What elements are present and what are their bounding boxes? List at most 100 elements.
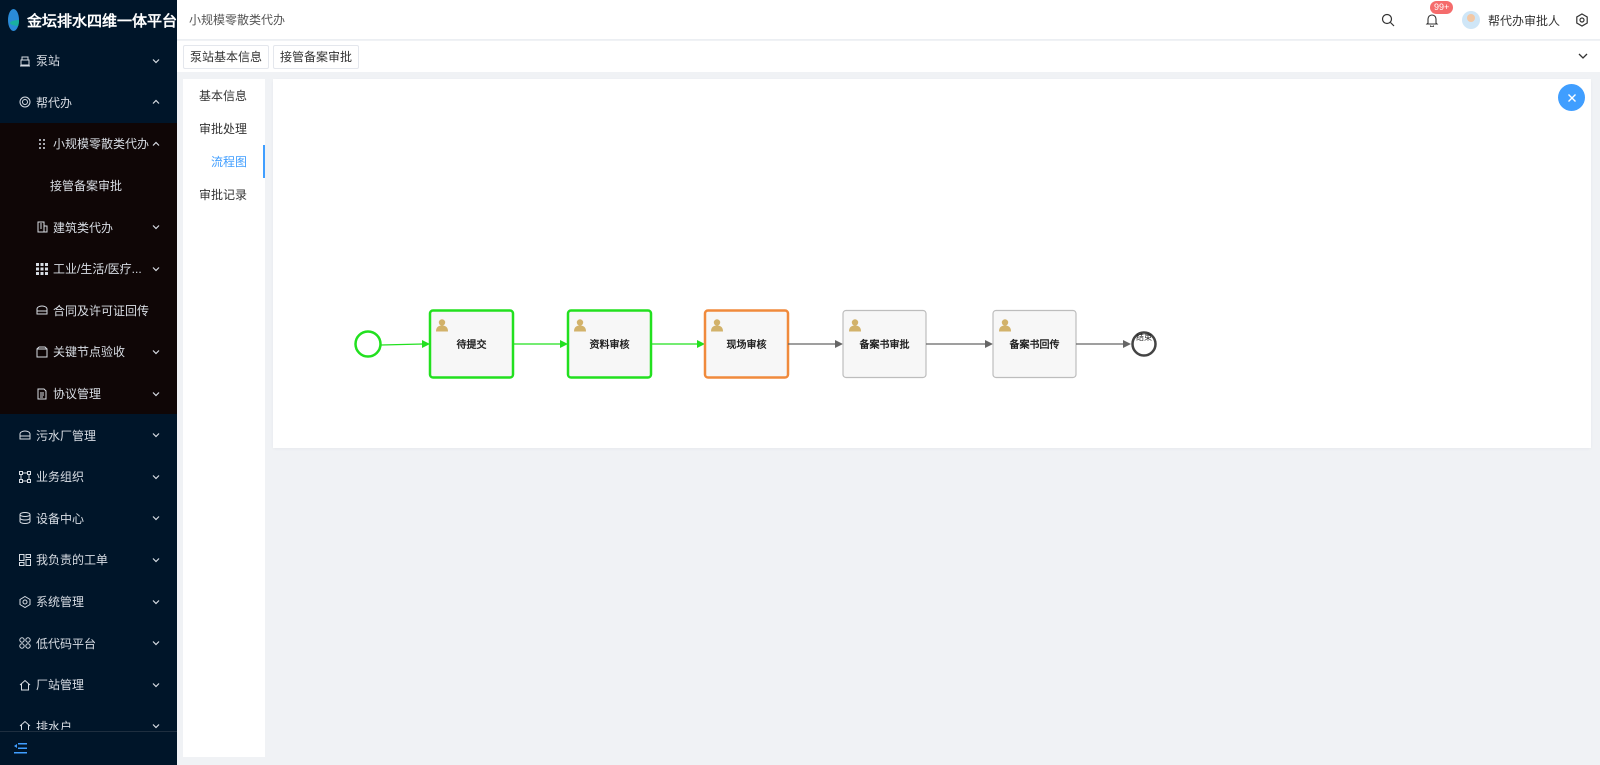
- gear-icon[interactable]: [1574, 12, 1590, 28]
- chevron-down-icon: [152, 58, 160, 64]
- flow-node-label: 备案书审批: [859, 338, 910, 351]
- chevron-down-icon: [152, 433, 160, 438]
- flow-node-label: 备案书回传: [1009, 338, 1060, 351]
- sidebar-item-label: 泵站: [36, 54, 61, 69]
- grip-icon: [35, 137, 48, 150]
- flow-arrow-start: [380, 343, 424, 346]
- sidebar-item-device-center[interactable]: 设备中心: [0, 498, 177, 540]
- nav-approval-records[interactable]: 审批记录: [183, 178, 265, 211]
- nav-flowchart[interactable]: 流程图: [183, 145, 265, 178]
- chevron-down-icon: [152, 557, 160, 563]
- sidebar-collapse-button[interactable]: [0, 731, 177, 765]
- sidebar-item-label: 接管备案审批: [50, 179, 123, 194]
- sidebar: 金坛排水四维一体平台 泵站 帮代办 小规模零散类代办 接管备案审批 建筑类代办: [0, 0, 177, 765]
- end-event-label: 结束: [1136, 332, 1152, 342]
- bell-icon: [1425, 14, 1439, 27]
- tabs-bar: 泵站基本信息 接管备案审批: [177, 41, 1600, 72]
- chevron-down-icon: [152, 641, 160, 646]
- sidebar-item-label: 排水户: [36, 719, 73, 730]
- box-icon: [35, 345, 48, 358]
- pump-icon: [18, 54, 31, 67]
- sidebar-item-drainage-household[interactable]: 排水户: [0, 706, 177, 730]
- chevron-up-icon: [152, 100, 160, 105]
- database-icon: [35, 304, 48, 317]
- chevron-down-icon: [152, 599, 160, 604]
- close-button[interactable]: [1558, 84, 1585, 111]
- app-title: 金坛排水四维一体平台: [26, 12, 177, 30]
- home-icon: [18, 678, 31, 691]
- flow-arrow-4-head: [985, 340, 993, 348]
- sidebar-item-label: 小规模零散类代办: [53, 137, 150, 152]
- building-icon: [35, 221, 48, 234]
- user-task-icon: [713, 319, 721, 326]
- logo: 金坛排水四维一体平台: [0, 0, 177, 40]
- flowchart-diagram: 待提交 资料审核 现场审核 备案书审批 备案书回传 结束: [354, 309, 1157, 379]
- sidebar-item-industrial[interactable]: 工业/生活/医疗...: [0, 248, 177, 290]
- close-icon: [1567, 93, 1576, 102]
- sidebar-item-station-mgmt[interactable]: 厂站管理: [0, 664, 177, 706]
- flow-node-label: 现场审核: [727, 338, 767, 351]
- chevron-down-icon: [152, 266, 160, 272]
- avatar[interactable]: [1461, 11, 1480, 29]
- flowchart-panel: 待提交 资料审核 现场审核 备案书审批 备案书回传 结束: [273, 79, 1591, 448]
- sidebar-item-label: 低代码平台: [36, 636, 97, 651]
- tab-takeover-filing[interactable]: 接管备案审批: [273, 44, 360, 69]
- sidebar-item-construction[interactable]: 建筑类代办: [0, 206, 177, 248]
- sidebar-item-label: 污水厂管理: [36, 428, 97, 443]
- sidebar-item-label: 关键节点验收: [53, 345, 126, 360]
- hexagon-settings-icon: [18, 595, 31, 608]
- sidebar-item-label: 合同及许可证回传: [53, 303, 150, 318]
- apps-icon: [18, 637, 31, 650]
- sidebar-item-label: 我负责的工单: [36, 553, 109, 568]
- sidebar-item-label: 设备中心: [36, 511, 85, 526]
- chevron-down-icon[interactable]: [1576, 49, 1590, 63]
- search-icon[interactable]: [1380, 12, 1396, 28]
- household-icon: [18, 720, 31, 730]
- chevron-down-icon: [152, 682, 160, 688]
- logo-icon: [8, 9, 19, 31]
- sidebar-item-small-scale[interactable]: 小规模零散类代办: [0, 123, 177, 165]
- sidebar-item-business-org[interactable]: 业务组织: [0, 456, 177, 498]
- chevron-down-icon: [152, 391, 160, 396]
- sidebar-item-low-code[interactable]: 低代码平台: [0, 622, 177, 664]
- grid-icon: [35, 262, 48, 275]
- sidebar-item-my-work-orders[interactable]: 我负责的工单: [0, 539, 177, 581]
- sidebar-item-key-node[interactable]: 关键节点验收: [0, 331, 177, 373]
- header-actions: 99+ 帮代办审批人: [1380, 0, 1600, 40]
- chevron-down-icon: [152, 724, 160, 729]
- stack-icon: [18, 512, 31, 525]
- database-icon: [18, 429, 31, 442]
- chevron-down-icon: [152, 350, 160, 355]
- agency-submenu: 小规模零散类代办 接管备案审批 建筑类代办 工业/生活/医疗... 合同及许可证…: [0, 123, 177, 415]
- chevron-down-icon: [152, 225, 160, 230]
- sidebar-item-contract-return[interactable]: 合同及许可证回传: [0, 290, 177, 332]
- chevron-down-icon: [152, 474, 160, 480]
- nav-approval-processing[interactable]: 审批处理: [183, 112, 265, 145]
- sidebar-item-agency[interactable]: 帮代办: [0, 82, 177, 124]
- start-event: [354, 330, 382, 358]
- sidebar-item-label: 厂站管理: [36, 678, 85, 693]
- user-name[interactable]: 帮代办审批人: [1488, 12, 1560, 29]
- sidebar-item-label: 建筑类代办: [53, 220, 114, 235]
- document-icon: [35, 387, 48, 400]
- sidebar-item-label: 工业/生活/医疗...: [53, 262, 142, 277]
- sidebar-item-agreement[interactable]: 协议管理: [0, 373, 177, 415]
- notification-bell[interactable]: 99+: [1424, 1, 1454, 28]
- nodes-icon: [18, 470, 31, 483]
- sidebar-item-label: 系统管理: [36, 595, 85, 610]
- sidebar-item-takeover-filing[interactable]: 接管备案审批: [0, 165, 177, 207]
- sidebar-item-label: 业务组织: [36, 470, 85, 485]
- dashboard-icon: [18, 553, 31, 566]
- flow-node-label: 待提交: [457, 338, 487, 351]
- breadcrumb: 小规模零散类代办: [189, 13, 286, 27]
- nav-basic-info[interactable]: 基本信息: [183, 79, 265, 112]
- chevron-down-icon: [152, 516, 160, 521]
- notification-badge: 99+: [1429, 1, 1454, 14]
- tab-pump-station-info[interactable]: 泵站基本信息: [183, 44, 270, 69]
- sidebar-item-sewage-plant[interactable]: 污水厂管理: [0, 414, 177, 456]
- sidebar-item-pump-station[interactable]: 泵站: [0, 40, 177, 82]
- sidebar-item-system-mgmt[interactable]: 系统管理: [0, 581, 177, 623]
- detail-anchor-nav: 基本信息 审批处理 流程图 审批记录: [183, 79, 265, 757]
- user-task-icon: [576, 319, 584, 326]
- chevron-up-icon: [152, 141, 160, 146]
